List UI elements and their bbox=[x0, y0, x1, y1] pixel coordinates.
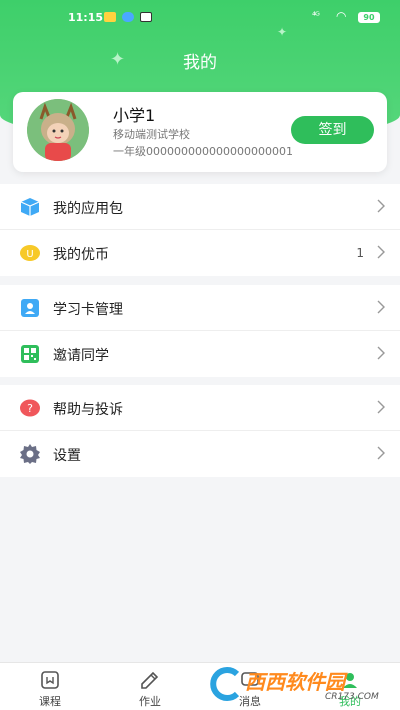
page-title: 我的 bbox=[183, 53, 217, 73]
menu-item-invite[interactable]: 邀请同学 bbox=[0, 331, 400, 377]
menu-item-label: 学习卡管理 bbox=[53, 302, 123, 318]
user-school: 移动端测试学校 bbox=[113, 128, 190, 141]
chevron-right-icon bbox=[377, 400, 385, 414]
package-box-icon bbox=[20, 198, 40, 216]
battery-icon: 90 bbox=[358, 12, 380, 23]
menu-item-settings[interactable]: 设置 bbox=[0, 431, 400, 477]
user-name: 小学1 bbox=[113, 106, 156, 125]
status-bar: 11:15 ⁴ᴳ ◠ 90 bbox=[0, 8, 400, 28]
tab-homework[interactable]: 作业 bbox=[110, 663, 190, 710]
app-notification-icon bbox=[140, 12, 152, 22]
gear-icon bbox=[20, 444, 40, 464]
watermark-logo: 西西软件园 CR173.COM bbox=[205, 664, 380, 706]
signal-icon: ⁴ᴳ bbox=[312, 11, 320, 22]
user-class: 一年级000000000000000000001 bbox=[113, 145, 293, 158]
chevron-right-icon bbox=[377, 446, 385, 460]
menu-item-app-package[interactable]: 我的应用包 bbox=[0, 184, 400, 230]
qr-code-icon bbox=[21, 345, 39, 363]
tab-label: 作业 bbox=[139, 695, 161, 708]
menu-item-label: 我的应用包 bbox=[53, 201, 123, 217]
book-icon bbox=[41, 671, 59, 689]
menu-item-study-card[interactable]: 学习卡管理 bbox=[0, 285, 400, 331]
menu-group-support: ? 帮助与投诉 设置 bbox=[0, 385, 400, 477]
status-time: 11:15 bbox=[68, 11, 104, 24]
svg-text:U: U bbox=[26, 249, 33, 260]
profile-card: 小学1 移动端测试学校 一年级000000000000000000001 签到 bbox=[13, 92, 387, 172]
watermark-subtext: CR173.COM bbox=[325, 692, 379, 702]
avatar[interactable] bbox=[27, 99, 89, 161]
chevron-right-icon bbox=[377, 199, 385, 213]
menu-group-apps: 我的应用包 U 我的优币 1 bbox=[0, 184, 400, 276]
id-card-icon bbox=[21, 299, 39, 317]
chevron-right-icon bbox=[377, 300, 385, 314]
watermark-text: 西西软件园 bbox=[245, 670, 345, 694]
cloud-icon bbox=[122, 12, 134, 22]
sparkle-icon: ✦ bbox=[277, 25, 288, 39]
tab-courses[interactable]: 课程 bbox=[10, 663, 90, 710]
menu-item-help[interactable]: ? 帮助与投诉 bbox=[0, 385, 400, 431]
menu-item-label: 帮助与投诉 bbox=[53, 402, 123, 418]
help-icon: ? bbox=[20, 399, 40, 417]
coin-count: 1 bbox=[356, 246, 364, 260]
menu-group-study: 学习卡管理 邀请同学 bbox=[0, 285, 400, 377]
menu-item-label: 邀请同学 bbox=[53, 348, 109, 364]
chevron-right-icon bbox=[377, 245, 385, 259]
menu-item-coins[interactable]: U 我的优币 1 bbox=[0, 230, 400, 276]
wifi-icon: ◠ bbox=[336, 9, 347, 23]
signin-button[interactable]: 签到 bbox=[291, 116, 374, 144]
svg-text:?: ? bbox=[27, 402, 33, 415]
pencil-icon bbox=[141, 671, 159, 689]
menu-item-label: 设置 bbox=[53, 448, 81, 464]
watermark-c-icon bbox=[210, 667, 240, 701]
menu-item-label: 我的优币 bbox=[53, 247, 109, 263]
tab-label: 课程 bbox=[39, 695, 61, 708]
coin-icon: U bbox=[20, 245, 40, 261]
chevron-right-icon bbox=[377, 346, 385, 360]
notification-icon bbox=[104, 12, 116, 22]
